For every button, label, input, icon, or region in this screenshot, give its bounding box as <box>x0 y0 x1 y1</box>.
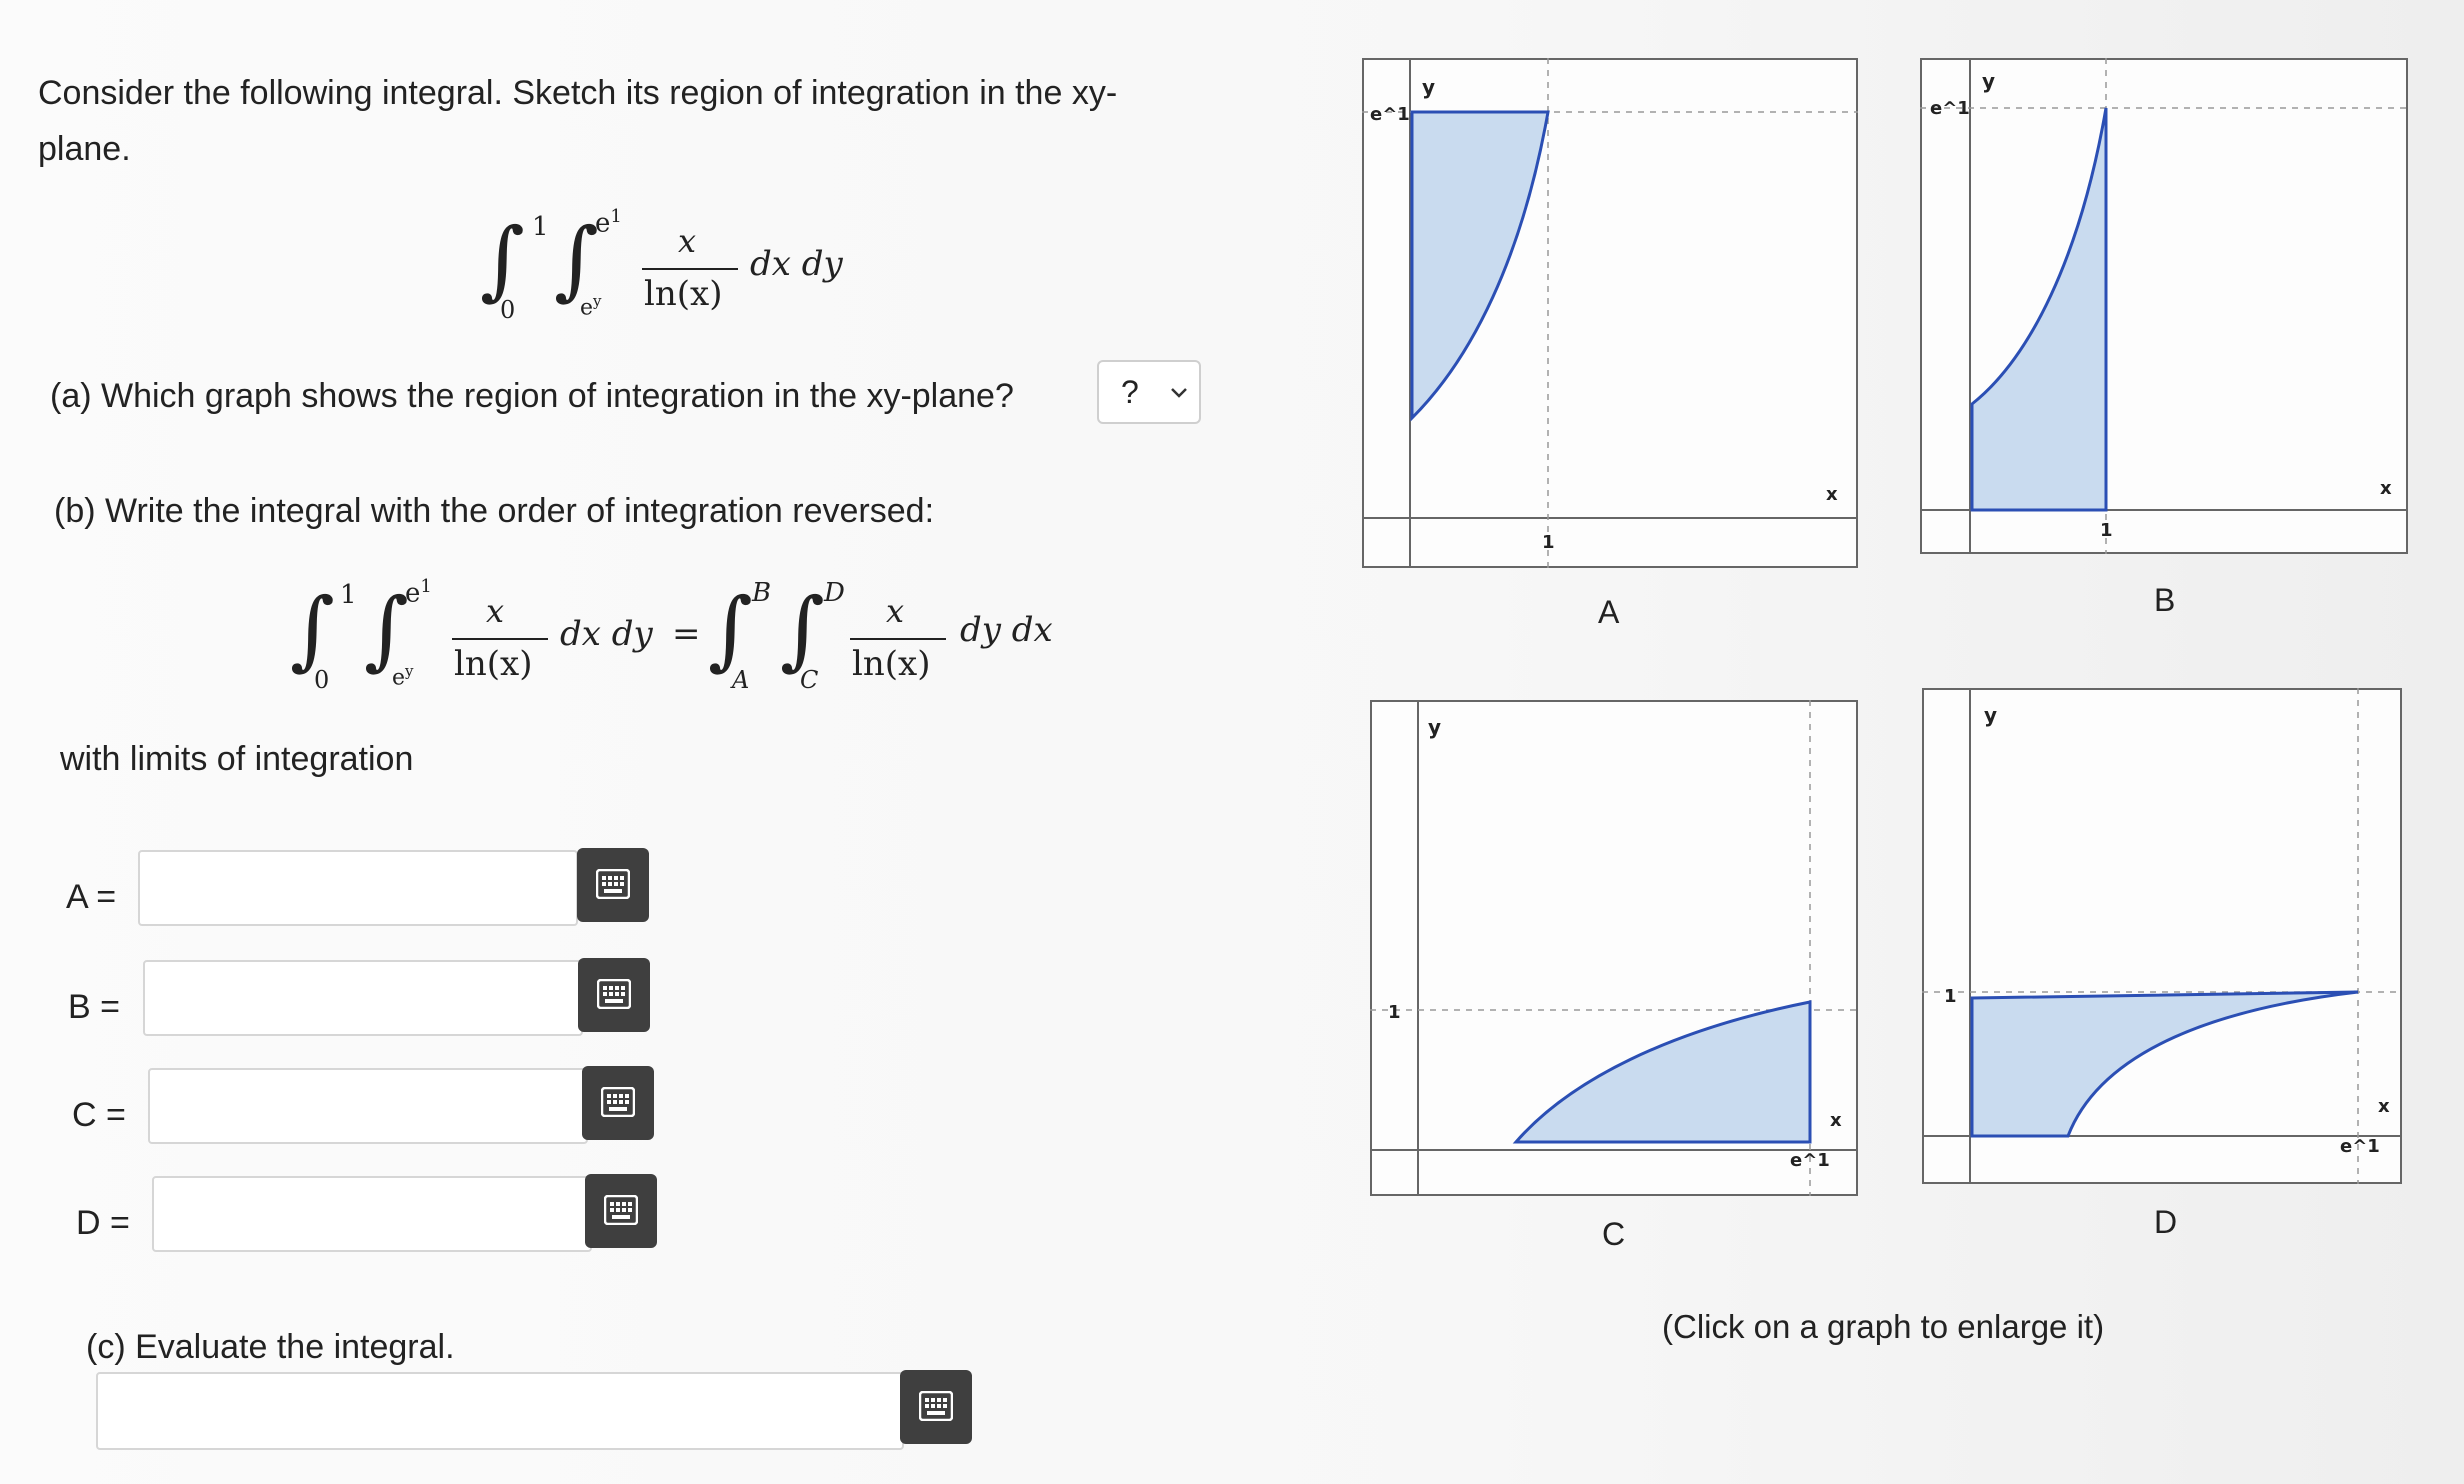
part-c-prompt: (c) Evaluate the integral. <box>86 1328 455 1366</box>
rhs-order: dy dx <box>960 610 1053 650</box>
graph-a[interactable]: y e^1 1 x <box>1362 58 1858 568</box>
graph-a-x-tick: 1 <box>1542 532 1555 553</box>
graph-a-y-label: y <box>1422 75 1435 99</box>
graph-select[interactable]: ? <box>1097 360 1201 424</box>
graph-c-x-tick: e^1 <box>1790 1150 1830 1171</box>
integral-sign-outer-rhs: ∫ <box>708 580 753 680</box>
graph-b[interactable]: y e^1 1 x <box>1920 58 2408 554</box>
rhs-outer-upper: B <box>752 578 772 608</box>
lhs-outer-lower: 0 <box>314 666 330 694</box>
part-a-prompt: (a) Which graph shows the region of inte… <box>50 377 1014 415</box>
lhs-numerator: x <box>486 592 505 630</box>
keyboard-button-a[interactable] <box>577 848 649 922</box>
graph-b-caption: B <box>2154 582 2176 618</box>
graph-a-caption: A <box>1598 594 1620 630</box>
graph-c-y-label: y <box>1428 715 1441 739</box>
lhs-outer-upper: 1 <box>340 580 357 610</box>
fraction-bar <box>642 268 738 270</box>
equals-sign: = <box>672 614 701 654</box>
keyboard-icon <box>601 1087 635 1117</box>
field-a-input[interactable] <box>138 850 578 926</box>
lhs-denominator: ln(x) <box>454 644 533 684</box>
rhs-denominator: ln(x) <box>852 644 931 684</box>
rhs-outer-lower: A <box>732 666 750 694</box>
graph-b-y-label: y <box>1982 69 1995 93</box>
integral-sign-inner-rhs: ∫ <box>780 580 825 680</box>
field-b-label: B = <box>68 988 120 1026</box>
lhs-fraction-bar <box>452 638 548 640</box>
question-intro-cont: plane. <box>38 130 131 168</box>
rhs-inner-lower: C <box>800 666 819 694</box>
lhs-inner-upper: e1 <box>405 576 432 609</box>
graph-a-x-label: x <box>1826 484 1838 505</box>
graph-d[interactable]: y 1 e^1 x <box>1922 688 2402 1184</box>
graph-select-value: ? <box>1121 374 1139 410</box>
integral-expression: ∫ 1 0 ∫ e1 ey x ln(x) dx dy <box>480 200 860 330</box>
graph-c-caption: C <box>1602 1216 1626 1252</box>
outer-upper-limit: 1 <box>532 212 549 242</box>
integrand-denominator: ln(x) <box>644 274 723 314</box>
graph-c-x-label: x <box>1830 1110 1842 1131</box>
graph-d-x-tick: e^1 <box>2340 1136 2380 1157</box>
integrand-numerator: x <box>678 222 697 260</box>
graph-d-caption: D <box>2154 1204 2178 1240</box>
graph-d-x-label: x <box>2378 1096 2390 1117</box>
keyboard-button-d[interactable] <box>585 1174 657 1248</box>
enlarge-hint: (Click on a graph to enlarge it) <box>1662 1308 2105 1345</box>
chevron-down-icon <box>1171 388 1187 398</box>
part-b-prompt: (b) Write the integral with the order of… <box>54 492 935 530</box>
graph-b-y-tick: e^1 <box>1930 98 1970 119</box>
keyboard-button-c-answer[interactable] <box>900 1370 972 1444</box>
lhs-inner-lower: ey <box>392 662 414 691</box>
keyboard-icon <box>596 869 630 899</box>
graph-d-y-label: y <box>1984 703 1997 727</box>
reversed-integral-expression: ∫ 1 0 ∫ e1 ey x ln(x) dx dy = ∫ B A ∫ D … <box>290 570 1070 700</box>
inner-lower-limit: ey <box>580 292 602 321</box>
rhs-fraction-bar <box>850 638 946 640</box>
field-d-input[interactable] <box>152 1176 592 1252</box>
graph-a-y-tick: e^1 <box>1370 104 1410 125</box>
limits-heading: with limits of integration <box>60 740 414 778</box>
keyboard-button-c[interactable] <box>582 1066 654 1140</box>
field-c-input[interactable] <box>148 1068 588 1144</box>
keyboard-icon <box>919 1391 953 1421</box>
graph-c-y-tick: 1 <box>1388 1002 1401 1023</box>
field-c-label: C = <box>72 1096 126 1134</box>
outer-lower-limit: 0 <box>500 296 516 324</box>
inner-upper-limit: e1 <box>595 206 622 239</box>
rhs-numerator: x <box>886 592 905 630</box>
lhs-order: dx dy <box>560 614 653 654</box>
integral-sign-outer: ∫ <box>480 210 525 310</box>
keyboard-button-b[interactable] <box>578 958 650 1032</box>
field-d-label: D = <box>76 1204 130 1242</box>
integration-order: dx dy <box>750 244 843 284</box>
graph-c[interactable]: y 1 e^1 x <box>1370 700 1858 1196</box>
integral-sign-outer-lhs: ∫ <box>290 580 335 680</box>
part-c-input[interactable] <box>96 1372 904 1450</box>
keyboard-icon <box>597 979 631 1009</box>
question-intro: Consider the following integral. Sketch … <box>38 74 1118 112</box>
graph-b-x-tick: 1 <box>2100 520 2113 541</box>
keyboard-icon <box>604 1195 638 1225</box>
graph-b-x-label: x <box>2380 478 2392 499</box>
field-b-input[interactable] <box>143 960 583 1036</box>
rhs-inner-upper: D <box>824 578 845 608</box>
graph-d-y-tick: 1 <box>1944 986 1957 1007</box>
field-a-label: A = <box>66 878 117 916</box>
